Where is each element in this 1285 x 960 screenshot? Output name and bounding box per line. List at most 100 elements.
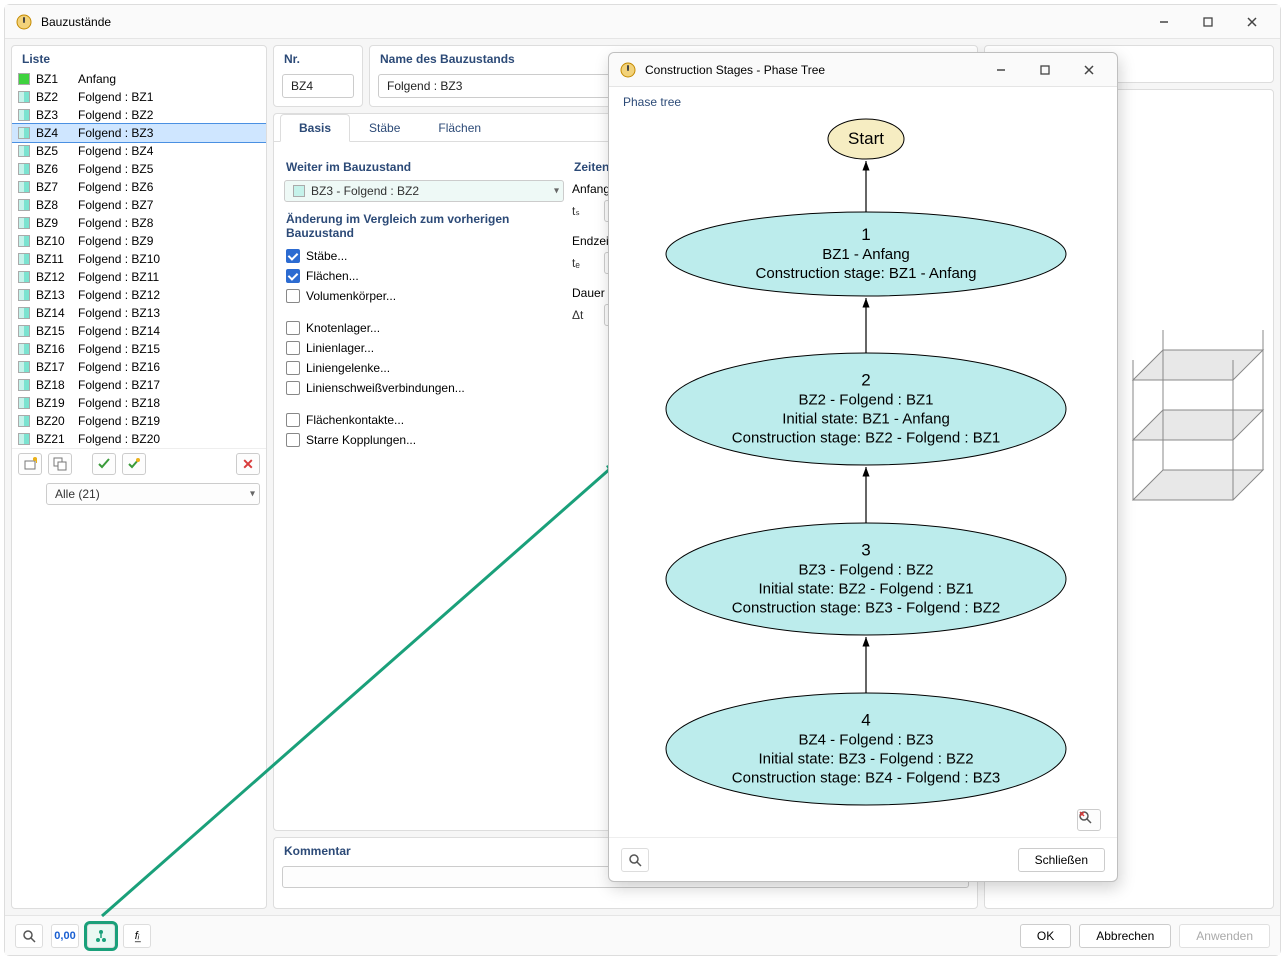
ok-button[interactable]: OK xyxy=(1020,924,1071,948)
close-button[interactable] xyxy=(1234,10,1270,34)
time-endzeit-label: Endzeit xyxy=(572,234,612,248)
popup-close-action-button[interactable]: Schließen xyxy=(1018,848,1105,872)
color-swatch-icon xyxy=(18,199,30,211)
duplicate-item-button[interactable] xyxy=(48,453,72,475)
nr-field[interactable]: BZ4 xyxy=(282,74,354,98)
list-row-code: BZ7 xyxy=(36,180,72,194)
popup-help-button[interactable] xyxy=(621,848,649,872)
color-swatch-icon xyxy=(18,415,30,427)
checkbox-icon[interactable] xyxy=(286,321,300,335)
phase-tree-canvas[interactable]: Start1BZ1 - AnfangConstruction stage: BZ… xyxy=(623,109,1107,837)
list-row[interactable]: BZ19Folgend : BZ18 xyxy=(12,394,266,412)
cancel-button[interactable]: Abbrechen xyxy=(1079,924,1171,948)
list-row-code: BZ6 xyxy=(36,162,72,176)
checkbox-icon[interactable] xyxy=(286,413,300,427)
svg-text:BZ2 - Folgend : BZ1: BZ2 - Folgend : BZ1 xyxy=(798,392,933,409)
phase-tree-button[interactable] xyxy=(87,924,115,948)
continue-combo[interactable]: BZ3 - Folgend : BZ2 ▾ xyxy=(284,180,564,202)
checkbox-row[interactable]: Liniengelenke... xyxy=(284,358,564,378)
list-row-code: BZ14 xyxy=(36,306,72,320)
script-button[interactable]: f͟ᵢ xyxy=(123,924,151,948)
checkbox-label: Stäbe... xyxy=(306,249,347,263)
help-button[interactable] xyxy=(15,924,43,948)
popup-minimize-button[interactable] xyxy=(983,58,1019,82)
list-row[interactable]: BZ12Folgend : BZ11 xyxy=(12,268,266,286)
check-group-1-button[interactable] xyxy=(92,453,116,475)
nr-label: Nr. xyxy=(274,46,362,70)
list-row[interactable]: BZ18Folgend : BZ17 xyxy=(12,376,266,394)
list-row[interactable]: BZ7Folgend : BZ6 xyxy=(12,178,266,196)
list-row[interactable]: BZ4Folgend : BZ3 xyxy=(12,124,266,142)
minimize-button[interactable] xyxy=(1146,10,1182,34)
checkbox-row[interactable]: Linienlager... xyxy=(284,338,564,358)
time-te-label: tₑ xyxy=(572,256,598,270)
list-filter-combo[interactable]: Alle (21) ▾ xyxy=(46,483,260,505)
check-group-2-button[interactable] xyxy=(122,453,146,475)
list-row[interactable]: BZ5Folgend : BZ4 xyxy=(12,142,266,160)
checkbox-icon[interactable] xyxy=(286,433,300,447)
checkbox-row[interactable]: Stäbe... xyxy=(284,246,564,266)
list-row[interactable]: BZ1Anfang xyxy=(12,70,266,88)
list-row-name: Folgend : BZ2 xyxy=(78,108,153,122)
list-row[interactable]: BZ2Folgend : BZ1 xyxy=(12,88,266,106)
list-row[interactable]: BZ9Folgend : BZ8 xyxy=(12,214,266,232)
change-section-label: Änderung im Vergleich zum vorherigen Bau… xyxy=(284,212,564,240)
list-view[interactable]: BZ1AnfangBZ2Folgend : BZ1BZ3Folgend : BZ… xyxy=(12,70,266,448)
list-row[interactable]: BZ17Folgend : BZ16 xyxy=(12,358,266,376)
new-item-button[interactable] xyxy=(18,453,42,475)
list-row-code: BZ18 xyxy=(36,378,72,392)
list-row-name: Folgend : BZ4 xyxy=(78,144,153,158)
svg-text:Initial state: BZ1 - Anfang: Initial state: BZ1 - Anfang xyxy=(782,411,950,428)
checkbox-label: Linienlager... xyxy=(306,341,374,355)
list-toolbar: ✕ xyxy=(12,448,266,479)
list-row[interactable]: BZ13Folgend : BZ12 xyxy=(12,286,266,304)
checkbox-icon[interactable] xyxy=(286,361,300,375)
main-footer: 0,00 f͟ᵢ OK Abbrechen Anwenden xyxy=(5,915,1280,955)
tab-staebe[interactable]: Stäbe xyxy=(350,114,419,141)
color-swatch-icon xyxy=(18,163,30,175)
delete-item-button[interactable]: ✕ xyxy=(236,453,260,475)
tab-basis[interactable]: Basis xyxy=(280,114,350,142)
checkbox-icon[interactable] xyxy=(286,381,300,395)
popup-close-button[interactable] xyxy=(1071,58,1107,82)
svg-text:Start: Start xyxy=(848,129,884,148)
list-row[interactable]: BZ10Folgend : BZ9 xyxy=(12,232,266,250)
list-row-code: BZ10 xyxy=(36,234,72,248)
checkbox-row[interactable]: Starre Kopplungen... xyxy=(284,430,564,450)
tab-flaechen[interactable]: Flächen xyxy=(419,114,500,141)
continue-swatch-icon xyxy=(293,185,305,197)
svg-text:1: 1 xyxy=(861,225,870,244)
checkbox-icon[interactable] xyxy=(286,249,300,263)
color-swatch-icon xyxy=(18,289,30,301)
checkbox-icon[interactable] xyxy=(286,341,300,355)
list-row[interactable]: BZ11Folgend : BZ10 xyxy=(12,250,266,268)
list-row-name: Anfang xyxy=(78,72,116,86)
list-row[interactable]: BZ16Folgend : BZ15 xyxy=(12,340,266,358)
list-row-name: Folgend : BZ12 xyxy=(78,288,160,302)
list-row[interactable]: BZ8Folgend : BZ7 xyxy=(12,196,266,214)
units-button[interactable]: 0,00 xyxy=(51,924,79,948)
checkbox-icon[interactable] xyxy=(286,289,300,303)
list-row[interactable]: BZ3Folgend : BZ2 xyxy=(12,106,266,124)
checkbox-icon[interactable] xyxy=(286,269,300,283)
list-row[interactable]: BZ21Folgend : BZ20 xyxy=(12,430,266,448)
checkbox-row[interactable]: Knotenlager... xyxy=(284,318,564,338)
list-row-code: BZ16 xyxy=(36,342,72,356)
color-swatch-icon xyxy=(18,271,30,283)
reset-zoom-button[interactable] xyxy=(1077,809,1101,831)
list-row[interactable]: BZ20Folgend : BZ19 xyxy=(12,412,266,430)
checkbox-row[interactable]: Flächen... xyxy=(284,266,564,286)
list-row[interactable]: BZ15Folgend : BZ14 xyxy=(12,322,266,340)
list-row[interactable]: BZ14Folgend : BZ13 xyxy=(12,304,266,322)
list-row-code: BZ15 xyxy=(36,324,72,338)
apply-button[interactable]: Anwenden xyxy=(1179,924,1270,948)
checkbox-row[interactable]: Linienschweißverbindungen... xyxy=(284,378,564,398)
list-row[interactable]: BZ6Folgend : BZ5 xyxy=(12,160,266,178)
checkbox-row[interactable]: Flächenkontakte... xyxy=(284,410,564,430)
list-row-code: BZ19 xyxy=(36,396,72,410)
maximize-button[interactable] xyxy=(1190,10,1226,34)
popup-maximize-button[interactable] xyxy=(1027,58,1063,82)
checkbox-row[interactable]: Volumenkörper... xyxy=(284,286,564,306)
time-dt-label: Δt xyxy=(572,308,598,322)
list-row-code: BZ9 xyxy=(36,216,72,230)
